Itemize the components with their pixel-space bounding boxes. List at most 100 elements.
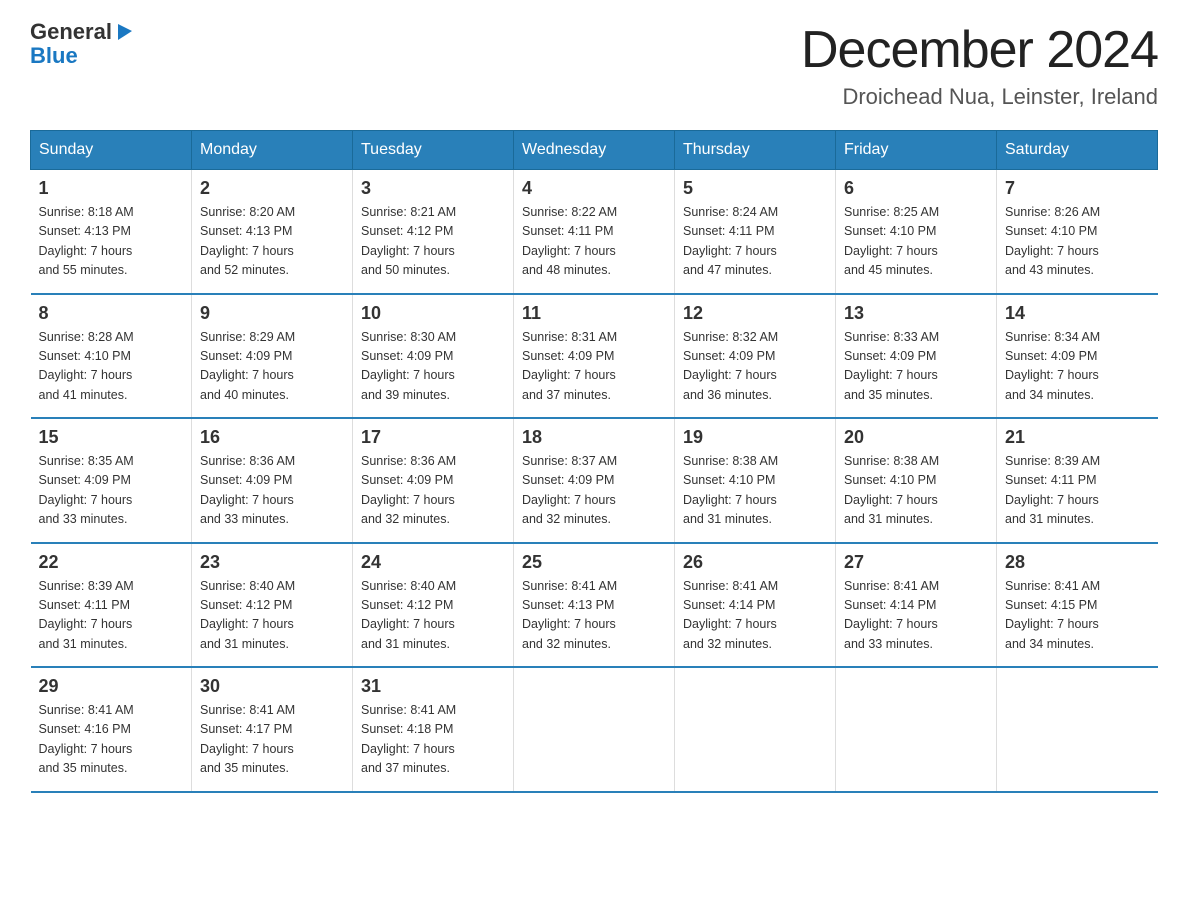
day-info: Sunrise: 8:40 AM Sunset: 4:12 PM Dayligh… (361, 577, 505, 655)
calendar-cell: 27 Sunrise: 8:41 AM Sunset: 4:14 PM Dayl… (836, 543, 997, 668)
day-info: Sunrise: 8:35 AM Sunset: 4:09 PM Dayligh… (39, 452, 184, 530)
day-info: Sunrise: 8:41 AM Sunset: 4:18 PM Dayligh… (361, 701, 505, 779)
day-number: 18 (522, 427, 666, 448)
day-number: 22 (39, 552, 184, 573)
day-number: 16 (200, 427, 344, 448)
page-header: General Blue December 2024 Droichead Nua… (30, 20, 1158, 110)
calendar-cell: 30 Sunrise: 8:41 AM Sunset: 4:17 PM Dayl… (192, 667, 353, 792)
calendar-cell: 24 Sunrise: 8:40 AM Sunset: 4:12 PM Dayl… (353, 543, 514, 668)
day-info: Sunrise: 8:39 AM Sunset: 4:11 PM Dayligh… (1005, 452, 1150, 530)
day-number: 31 (361, 676, 505, 697)
day-info: Sunrise: 8:41 AM Sunset: 4:17 PM Dayligh… (200, 701, 344, 779)
calendar-cell: 23 Sunrise: 8:40 AM Sunset: 4:12 PM Dayl… (192, 543, 353, 668)
calendar-cell (836, 667, 997, 792)
day-info: Sunrise: 8:18 AM Sunset: 4:13 PM Dayligh… (39, 203, 184, 281)
day-info: Sunrise: 8:34 AM Sunset: 4:09 PM Dayligh… (1005, 328, 1150, 406)
calendar-cell: 21 Sunrise: 8:39 AM Sunset: 4:11 PM Dayl… (997, 418, 1158, 543)
header-day: Monday (192, 131, 353, 170)
day-number: 19 (683, 427, 827, 448)
calendar-week-row: 22 Sunrise: 8:39 AM Sunset: 4:11 PM Dayl… (31, 543, 1158, 668)
day-number: 15 (39, 427, 184, 448)
day-number: 28 (1005, 552, 1150, 573)
day-number: 5 (683, 178, 827, 199)
day-info: Sunrise: 8:26 AM Sunset: 4:10 PM Dayligh… (1005, 203, 1150, 281)
day-number: 4 (522, 178, 666, 199)
day-info: Sunrise: 8:40 AM Sunset: 4:12 PM Dayligh… (200, 577, 344, 655)
day-info: Sunrise: 8:41 AM Sunset: 4:16 PM Dayligh… (39, 701, 184, 779)
calendar-cell: 19 Sunrise: 8:38 AM Sunset: 4:10 PM Dayl… (675, 418, 836, 543)
header-day: Saturday (997, 131, 1158, 170)
day-number: 12 (683, 303, 827, 324)
day-info: Sunrise: 8:29 AM Sunset: 4:09 PM Dayligh… (200, 328, 344, 406)
calendar-cell: 17 Sunrise: 8:36 AM Sunset: 4:09 PM Dayl… (353, 418, 514, 543)
calendar-cell: 8 Sunrise: 8:28 AM Sunset: 4:10 PM Dayli… (31, 294, 192, 419)
day-info: Sunrise: 8:37 AM Sunset: 4:09 PM Dayligh… (522, 452, 666, 530)
day-number: 27 (844, 552, 988, 573)
calendar-cell: 18 Sunrise: 8:37 AM Sunset: 4:09 PM Dayl… (514, 418, 675, 543)
day-info: Sunrise: 8:22 AM Sunset: 4:11 PM Dayligh… (522, 203, 666, 281)
calendar-cell: 2 Sunrise: 8:20 AM Sunset: 4:13 PM Dayli… (192, 170, 353, 294)
logo-blue: Blue (30, 43, 78, 68)
day-info: Sunrise: 8:41 AM Sunset: 4:14 PM Dayligh… (683, 577, 827, 655)
calendar-cell: 20 Sunrise: 8:38 AM Sunset: 4:10 PM Dayl… (836, 418, 997, 543)
calendar-cell: 4 Sunrise: 8:22 AM Sunset: 4:11 PM Dayli… (514, 170, 675, 294)
header-row: SundayMondayTuesdayWednesdayThursdayFrid… (31, 131, 1158, 170)
day-info: Sunrise: 8:30 AM Sunset: 4:09 PM Dayligh… (361, 328, 505, 406)
day-number: 3 (361, 178, 505, 199)
day-info: Sunrise: 8:31 AM Sunset: 4:09 PM Dayligh… (522, 328, 666, 406)
calendar-week-row: 29 Sunrise: 8:41 AM Sunset: 4:16 PM Dayl… (31, 667, 1158, 792)
calendar-cell: 31 Sunrise: 8:41 AM Sunset: 4:18 PM Dayl… (353, 667, 514, 792)
calendar-week-row: 8 Sunrise: 8:28 AM Sunset: 4:10 PM Dayli… (31, 294, 1158, 419)
day-number: 26 (683, 552, 827, 573)
calendar-cell (514, 667, 675, 792)
logo: General Blue (30, 20, 136, 68)
calendar-cell: 11 Sunrise: 8:31 AM Sunset: 4:09 PM Dayl… (514, 294, 675, 419)
calendar-cell: 7 Sunrise: 8:26 AM Sunset: 4:10 PM Dayli… (997, 170, 1158, 294)
day-info: Sunrise: 8:41 AM Sunset: 4:15 PM Dayligh… (1005, 577, 1150, 655)
day-info: Sunrise: 8:38 AM Sunset: 4:10 PM Dayligh… (683, 452, 827, 530)
day-number: 11 (522, 303, 666, 324)
day-info: Sunrise: 8:33 AM Sunset: 4:09 PM Dayligh… (844, 328, 988, 406)
header-day: Sunday (31, 131, 192, 170)
header-day: Tuesday (353, 131, 514, 170)
day-number: 14 (1005, 303, 1150, 324)
day-info: Sunrise: 8:39 AM Sunset: 4:11 PM Dayligh… (39, 577, 184, 655)
calendar-cell (997, 667, 1158, 792)
day-number: 20 (844, 427, 988, 448)
calendar-cell: 14 Sunrise: 8:34 AM Sunset: 4:09 PM Dayl… (997, 294, 1158, 419)
day-number: 10 (361, 303, 505, 324)
day-number: 30 (200, 676, 344, 697)
logo-triangle-icon (114, 20, 136, 42)
day-number: 24 (361, 552, 505, 573)
calendar-cell: 22 Sunrise: 8:39 AM Sunset: 4:11 PM Dayl… (31, 543, 192, 668)
calendar-table: SundayMondayTuesdayWednesdayThursdayFrid… (30, 130, 1158, 793)
day-number: 1 (39, 178, 184, 199)
day-number: 8 (39, 303, 184, 324)
calendar-cell: 16 Sunrise: 8:36 AM Sunset: 4:09 PM Dayl… (192, 418, 353, 543)
calendar-cell: 9 Sunrise: 8:29 AM Sunset: 4:09 PM Dayli… (192, 294, 353, 419)
logo-general: General (30, 20, 112, 44)
day-info: Sunrise: 8:32 AM Sunset: 4:09 PM Dayligh… (683, 328, 827, 406)
calendar-cell: 26 Sunrise: 8:41 AM Sunset: 4:14 PM Dayl… (675, 543, 836, 668)
calendar-title: December 2024 (801, 20, 1158, 80)
day-info: Sunrise: 8:38 AM Sunset: 4:10 PM Dayligh… (844, 452, 988, 530)
day-info: Sunrise: 8:21 AM Sunset: 4:12 PM Dayligh… (361, 203, 505, 281)
calendar-cell: 13 Sunrise: 8:33 AM Sunset: 4:09 PM Dayl… (836, 294, 997, 419)
day-number: 23 (200, 552, 344, 573)
day-number: 25 (522, 552, 666, 573)
day-info: Sunrise: 8:36 AM Sunset: 4:09 PM Dayligh… (200, 452, 344, 530)
day-info: Sunrise: 8:20 AM Sunset: 4:13 PM Dayligh… (200, 203, 344, 281)
calendar-cell: 3 Sunrise: 8:21 AM Sunset: 4:12 PM Dayli… (353, 170, 514, 294)
day-number: 2 (200, 178, 344, 199)
calendar-cell: 15 Sunrise: 8:35 AM Sunset: 4:09 PM Dayl… (31, 418, 192, 543)
day-number: 9 (200, 303, 344, 324)
calendar-cell: 12 Sunrise: 8:32 AM Sunset: 4:09 PM Dayl… (675, 294, 836, 419)
header-day: Wednesday (514, 131, 675, 170)
calendar-week-row: 15 Sunrise: 8:35 AM Sunset: 4:09 PM Dayl… (31, 418, 1158, 543)
day-info: Sunrise: 8:41 AM Sunset: 4:13 PM Dayligh… (522, 577, 666, 655)
day-info: Sunrise: 8:25 AM Sunset: 4:10 PM Dayligh… (844, 203, 988, 281)
day-info: Sunrise: 8:36 AM Sunset: 4:09 PM Dayligh… (361, 452, 505, 530)
calendar-cell: 1 Sunrise: 8:18 AM Sunset: 4:13 PM Dayli… (31, 170, 192, 294)
calendar-cell: 6 Sunrise: 8:25 AM Sunset: 4:10 PM Dayli… (836, 170, 997, 294)
title-section: December 2024 Droichead Nua, Leinster, I… (801, 20, 1158, 110)
